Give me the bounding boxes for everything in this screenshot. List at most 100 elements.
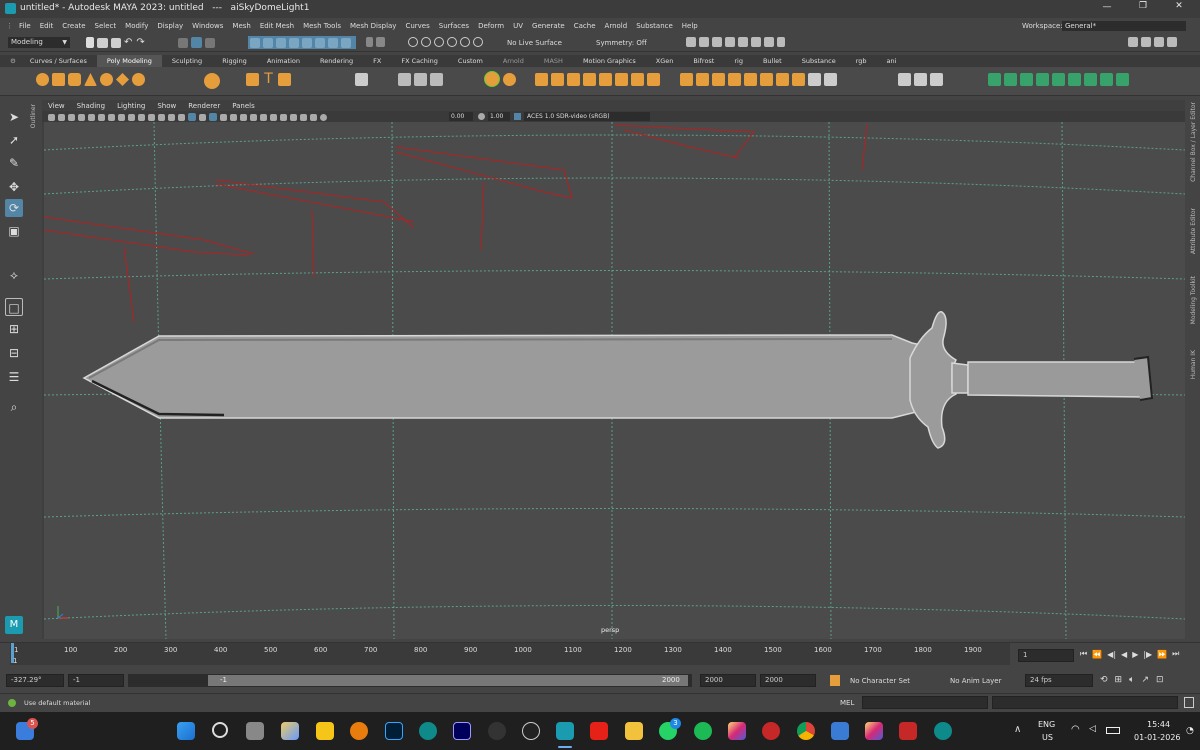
single-perspective-layout-icon[interactable]: □ (5, 298, 23, 316)
play-forwards-icon[interactable]: ▶ (1132, 650, 1138, 659)
snap-curve-icon[interactable] (421, 37, 431, 47)
color-management-icon[interactable] (514, 113, 521, 120)
toggle-modeling-toolkit-icon[interactable] (1128, 37, 1138, 47)
close-button[interactable]: ✕ (1172, 1, 1186, 11)
step-back-frame-icon[interactable]: ◀| (1107, 650, 1116, 659)
select-hierarchy-icon[interactable] (178, 37, 188, 48)
four-view-layout-icon[interactable]: ⊞ (5, 320, 23, 338)
cleanup-icon[interactable] (1100, 73, 1113, 86)
command-input[interactable] (862, 696, 988, 709)
snap-grid-icon[interactable] (408, 37, 418, 47)
anti-aliasing-icon[interactable] (260, 113, 267, 121)
grab-brush-icon[interactable] (930, 73, 943, 86)
pause-ipr-icon[interactable] (777, 37, 785, 47)
menu-substance[interactable]: Substance (636, 22, 673, 30)
search-taskbar-icon[interactable] (212, 722, 228, 738)
depth-of-field-icon[interactable] (270, 113, 277, 121)
menu-windows[interactable]: Windows (192, 22, 223, 30)
open-scene-icon[interactable] (97, 37, 108, 48)
field-chart-icon[interactable] (148, 113, 155, 121)
snap-projected-icon[interactable] (447, 37, 457, 47)
exposure-icon[interactable] (320, 113, 327, 121)
step-forward-frame-icon[interactable]: |▶ (1143, 650, 1152, 659)
range-end-field[interactable]: 2000 (700, 674, 756, 687)
mask-rendering-icon[interactable] (328, 37, 338, 48)
smooth-shade-icon[interactable] (188, 113, 196, 121)
shelf-tab-rgb[interactable]: rgb (846, 55, 877, 67)
poke-icon[interactable] (776, 73, 789, 86)
2d-pan-zoom-icon[interactable] (88, 113, 95, 121)
shelf-tab-ani[interactable]: ani (877, 55, 907, 67)
poly-torus-icon[interactable] (100, 73, 113, 86)
menu-modify[interactable]: Modify (125, 22, 148, 30)
snap-point-icon[interactable] (434, 37, 444, 47)
shelf-tab-bifrost[interactable]: Bifrost (683, 55, 724, 67)
tab-attribute-editor[interactable]: Attribute Editor (1190, 208, 1197, 254)
render-view-icon[interactable] (686, 37, 696, 47)
boolean-icon[interactable] (484, 71, 500, 87)
hypershade-icon[interactable] (738, 37, 748, 47)
smooth-icon[interactable] (430, 73, 443, 86)
shelf-tab-sculpting[interactable]: Sculpting (162, 55, 212, 67)
app-red-2-icon[interactable] (899, 722, 917, 740)
menu-surfaces[interactable]: Surfaces (439, 22, 469, 30)
scene-canvas[interactable] (44, 122, 1185, 639)
render-setup-icon[interactable] (751, 37, 761, 47)
menu-create[interactable]: Create (62, 22, 85, 30)
shelf-gear-icon[interactable]: ⚙ (0, 55, 20, 67)
wifi-icon[interactable]: ◠ (1071, 724, 1080, 735)
obs-icon[interactable] (522, 722, 540, 740)
battery-icon[interactable] (1106, 727, 1120, 734)
offset-loop-icon[interactable] (712, 73, 725, 86)
mask-curves-icon[interactable] (276, 37, 286, 48)
safe-title-icon[interactable] (168, 113, 175, 121)
poly-sphere-icon[interactable] (36, 73, 49, 86)
fill-hole-icon[interactable] (599, 73, 612, 86)
symmetry-select[interactable]: Symmetry: Off (596, 39, 647, 47)
quad-draw-icon[interactable] (728, 73, 741, 86)
circularize-icon[interactable] (744, 73, 757, 86)
rotation-value-field[interactable]: -327.29° (6, 674, 64, 687)
sculpt-brush-icon[interactable] (898, 73, 911, 86)
exposure-field[interactable]: 0.00 (449, 112, 473, 121)
undo-icon[interactable]: ↶ (124, 37, 132, 48)
relax-brush-icon[interactable] (914, 73, 927, 86)
highlight-icon[interactable] (376, 37, 385, 47)
app-red-icon[interactable] (762, 722, 780, 740)
shelf-tab-bullet[interactable]: Bullet (753, 55, 792, 67)
loop-icon[interactable]: ⟲ (1100, 675, 1108, 685)
edge-icon[interactable] (419, 722, 437, 740)
select-object-icon[interactable] (191, 37, 202, 48)
copilot-icon[interactable] (281, 722, 299, 740)
menu-help[interactable]: Help (682, 22, 698, 30)
shelf-tab-xgen[interactable]: XGen (646, 55, 684, 67)
rotate-tool-icon[interactable]: ⟳ (5, 199, 23, 217)
toggle-tool-settings-icon[interactable] (1154, 37, 1164, 47)
vp-menu-show[interactable]: Show (157, 102, 176, 110)
shadows-icon[interactable] (230, 113, 237, 121)
start-frame-field[interactable]: -1 (68, 674, 124, 687)
sweep-mesh-icon[interactable] (246, 73, 259, 86)
menu-select[interactable]: Select (95, 22, 117, 30)
ipr-render-icon[interactable] (712, 37, 722, 47)
scale-tool-icon[interactable]: ▣ (5, 222, 23, 240)
paint-select-tool-icon[interactable]: ✎ (5, 154, 23, 172)
xray-components-icon[interactable] (310, 113, 317, 121)
notification-bell-icon[interactable]: ◔ (1186, 726, 1194, 736)
transfer-attributes-icon[interactable] (1116, 73, 1129, 86)
menu-generate[interactable]: Generate (532, 22, 565, 30)
ambient-occlusion-icon[interactable] (240, 113, 247, 121)
lock-icon[interactable] (366, 37, 373, 47)
mask-surfaces-icon[interactable] (289, 37, 299, 48)
maya-taskbar-icon[interactable] (556, 722, 574, 740)
select-tool-icon[interactable]: ➤ (5, 108, 23, 126)
save-scene-icon[interactable] (111, 37, 121, 48)
menu-display[interactable]: Display (157, 22, 183, 30)
render-current-icon[interactable] (699, 37, 709, 47)
range-slider[interactable]: -1 2000 (128, 674, 692, 687)
live-surface-label[interactable]: No Live Surface (507, 39, 562, 47)
bridge-icon[interactable] (551, 73, 564, 86)
menu-uv[interactable]: UV (513, 22, 523, 30)
redo-icon[interactable]: ↷ (136, 37, 144, 48)
light-editor-icon[interactable] (764, 37, 774, 47)
